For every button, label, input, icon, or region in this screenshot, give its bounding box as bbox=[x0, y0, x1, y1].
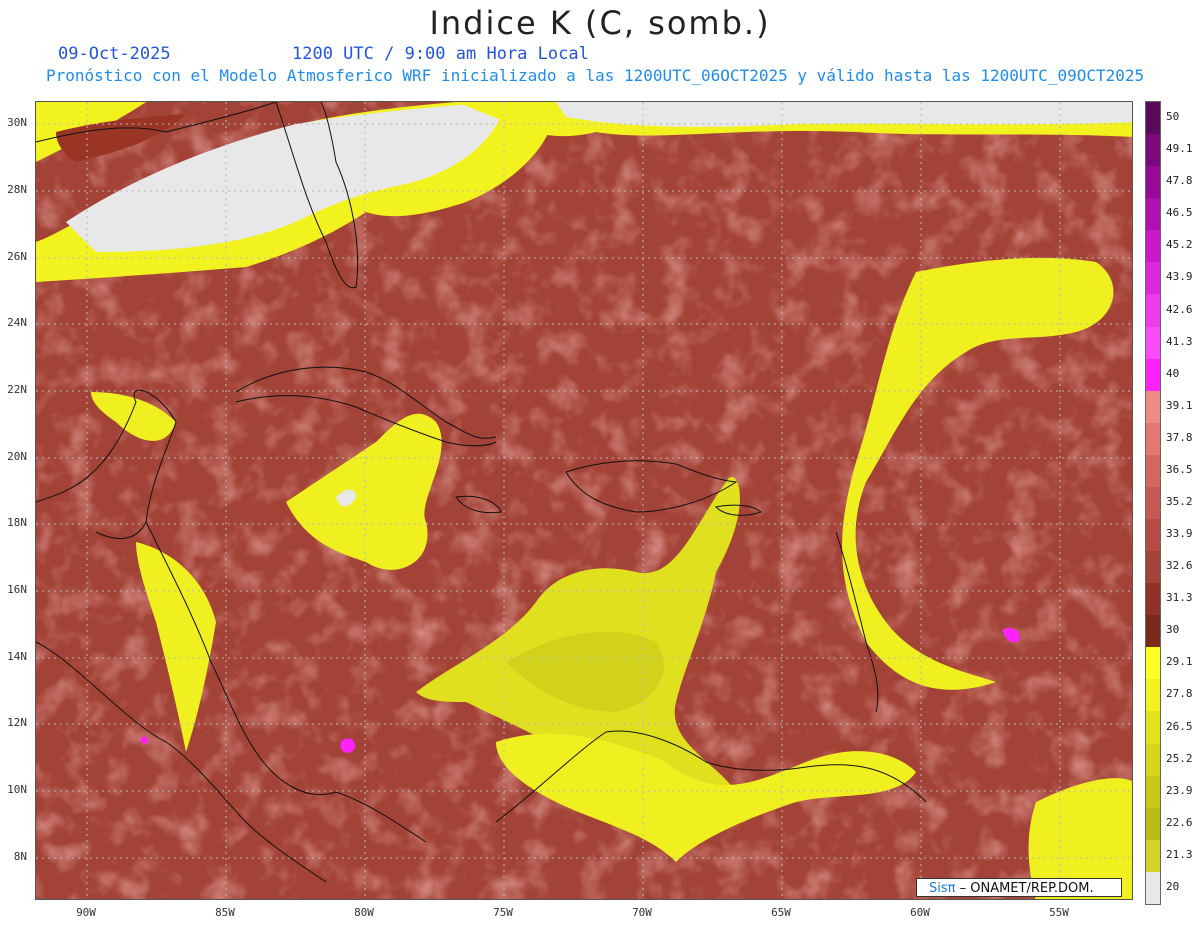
colorbar-label: 43.9 bbox=[1166, 270, 1193, 284]
colorbar-label: 46.5 bbox=[1166, 206, 1193, 220]
colorbar-label: 49.1 bbox=[1166, 142, 1193, 156]
colorbar-label: 39.1 bbox=[1166, 398, 1193, 412]
colorbar-label: 36.5 bbox=[1166, 462, 1193, 476]
lat-label: 18N bbox=[7, 516, 27, 529]
k-index-map bbox=[35, 101, 1133, 900]
colorbar-label: 32.6 bbox=[1166, 559, 1193, 573]
colorbar-label: 50 bbox=[1166, 110, 1180, 124]
colorbar-label: 31.3 bbox=[1166, 591, 1193, 605]
forecast-date: 09-Oct-2025 bbox=[58, 44, 171, 64]
colorbar-segment bbox=[1146, 743, 1160, 776]
colorbar-segment bbox=[1146, 486, 1160, 520]
lon-label: 65W bbox=[771, 906, 791, 919]
colorbar-label: 26.5 bbox=[1166, 719, 1193, 733]
lat-label: 14N bbox=[7, 650, 27, 663]
lon-label: 85W bbox=[215, 906, 235, 919]
colorbar-label: 25.2 bbox=[1166, 751, 1193, 765]
colorbar-label: 33.9 bbox=[1166, 527, 1193, 541]
lat-label: 28N bbox=[7, 183, 27, 196]
sispi-logo: Sisπ bbox=[929, 881, 956, 896]
lat-label: 16N bbox=[7, 583, 27, 596]
colorbar-segment bbox=[1146, 294, 1160, 327]
colorbar-segment bbox=[1146, 134, 1160, 167]
colorbar-segment bbox=[1146, 422, 1160, 455]
colorbar-label: 47.8 bbox=[1166, 174, 1193, 188]
colorbar-segment bbox=[1146, 615, 1160, 648]
lon-label: 80W bbox=[354, 906, 374, 919]
lat-label: 8N bbox=[13, 850, 27, 863]
lat-label: 26N bbox=[7, 250, 27, 263]
lat-label: 22N bbox=[7, 383, 27, 396]
map-canvas bbox=[36, 102, 1132, 899]
colorbar-label: 23.9 bbox=[1166, 783, 1193, 797]
colorbar-label: 42.6 bbox=[1166, 302, 1193, 316]
colorbar-segment bbox=[1146, 871, 1160, 904]
forecast-time: 1200 UTC / 9:00 am Hora Local bbox=[292, 44, 589, 64]
lon-label: 55W bbox=[1049, 906, 1069, 919]
colorbar-segment bbox=[1146, 166, 1160, 199]
colorbar-segment bbox=[1146, 102, 1160, 135]
colorbar-segment bbox=[1146, 519, 1160, 552]
colorbar-segment bbox=[1146, 679, 1160, 712]
colorbar-segment bbox=[1146, 583, 1160, 616]
map-title: Indice K (C, somb.) bbox=[429, 4, 771, 42]
colorbar-label: 20 bbox=[1166, 879, 1180, 893]
colorbar-label: 27.8 bbox=[1166, 687, 1193, 701]
colorbar-label: 41.3 bbox=[1166, 334, 1193, 348]
colorbar-segment bbox=[1146, 647, 1160, 680]
lat-label: 30N bbox=[7, 116, 27, 129]
colorbar-label: 45.2 bbox=[1166, 238, 1193, 252]
colorbar bbox=[1145, 101, 1161, 905]
colorbar-segment bbox=[1146, 551, 1160, 584]
lon-label: 75W bbox=[493, 906, 513, 919]
colorbar-label: 29.1 bbox=[1166, 655, 1193, 669]
colorbar-label: 30 bbox=[1166, 623, 1180, 637]
colorbar-segment bbox=[1146, 454, 1160, 487]
colorbar-label: 35.2 bbox=[1166, 495, 1193, 508]
colorbar-segment bbox=[1146, 807, 1160, 840]
colorbar-label: 37.8 bbox=[1166, 430, 1193, 444]
colorbar-segment bbox=[1146, 358, 1160, 391]
lat-label: 24N bbox=[7, 316, 27, 329]
lon-label: 90W bbox=[76, 906, 96, 919]
lon-label: 60W bbox=[910, 906, 930, 919]
colorbar-segment bbox=[1146, 262, 1160, 295]
lat-label: 12N bbox=[7, 716, 27, 729]
colorbar-segment bbox=[1146, 198, 1160, 231]
colorbar-segment bbox=[1146, 711, 1160, 744]
credit-box: Sisπ – ONAMET/REP.DOM. bbox=[916, 878, 1122, 897]
colorbar-segment bbox=[1146, 775, 1160, 808]
colorbar-label: 21.3 bbox=[1166, 847, 1193, 861]
lon-label: 70W bbox=[632, 906, 652, 919]
lat-label: 20N bbox=[7, 450, 27, 463]
colorbar-segment bbox=[1146, 390, 1160, 423]
peak-caribbean bbox=[340, 738, 355, 753]
credit-text: – ONAMET/REP.DOM. bbox=[955, 881, 1094, 896]
lat-label: 10N bbox=[7, 783, 27, 796]
colorbar-label: 22.6 bbox=[1166, 815, 1193, 829]
colorbar-label: 40 bbox=[1166, 366, 1180, 380]
colorbar-segment bbox=[1146, 230, 1160, 263]
model-description: Pronóstico con el Modelo Atmosferico WRF… bbox=[46, 66, 1145, 85]
colorbar-segment bbox=[1146, 326, 1160, 359]
colorbar-segment bbox=[1146, 839, 1160, 872]
